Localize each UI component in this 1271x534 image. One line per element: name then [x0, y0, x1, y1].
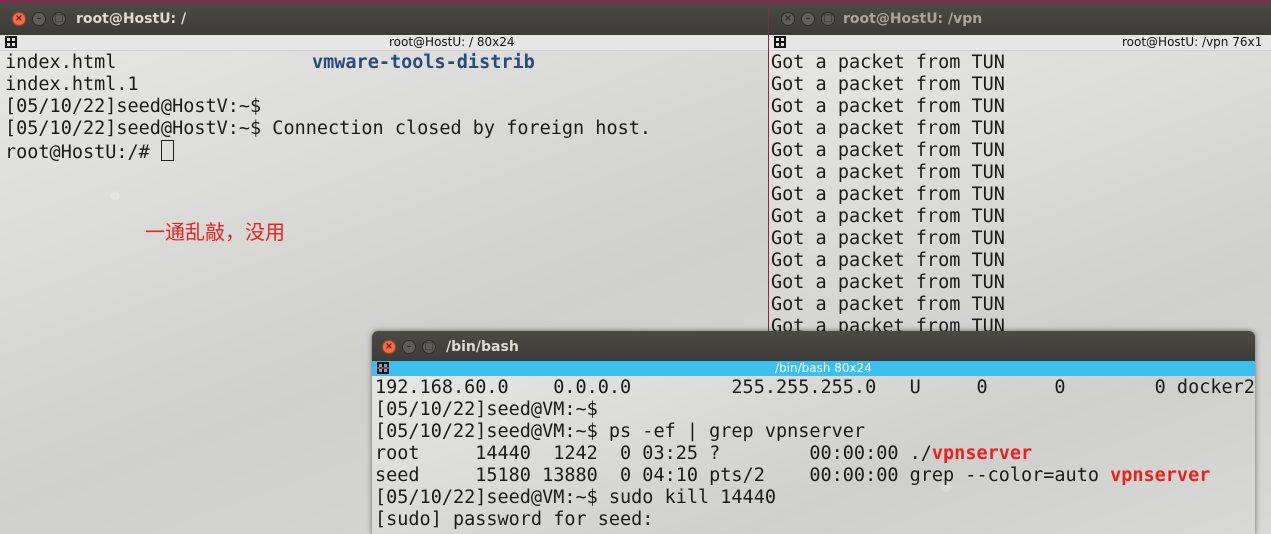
terminal-window-bash[interactable]: × – □ /bin/bash /bin/bash 80x24 192.168.… [372, 331, 1255, 534]
title-bar[interactable]: × – □ root@HostU: / [0, 3, 768, 35]
close-icon[interactable]: × [382, 340, 396, 354]
output-line: index.html.1 [5, 74, 139, 95]
tab-bar[interactable]: /bin/bash 80x24 [372, 361, 1255, 376]
close-icon[interactable]: × [781, 12, 795, 26]
output-line: Got a packet from TUN [771, 140, 1005, 161]
output-line: Got a packet from TUN [771, 96, 1005, 117]
tab-bar[interactable]: root@HostU: /vpn 76x1 [769, 35, 1271, 51]
directory-entry: vmware-tools-distrib [312, 52, 535, 73]
maximize-icon[interactable]: □ [52, 12, 66, 26]
output-line: [05/10/22]seed@VM:~$ ps -ef | grep vpnse… [375, 421, 866, 442]
output-line: Got a packet from TUN [771, 206, 1005, 227]
terminal-output[interactable]: 192.168.60.0 0.0.0.0 255.255.255.0 U 0 0… [372, 376, 1255, 534]
tab-label[interactable]: /bin/bash 80x24 [775, 361, 872, 375]
output-line: Got a packet from TUN [771, 74, 1005, 95]
output-line: [05/10/22]seed@HostV:~$ [5, 96, 262, 117]
title-bar[interactable]: × – □ root@HostU: /vpn [769, 3, 1271, 35]
tab-label[interactable]: root@HostU: /vpn 76x1 [1122, 35, 1262, 49]
output-line: seed 15180 13880 0 04:10 pts/2 00:00:00 … [375, 465, 1210, 487]
output-line: [05/10/22]seed@VM:~$ [375, 399, 598, 420]
output-line: Got a packet from TUN [771, 272, 1005, 293]
maximize-icon[interactable]: □ [821, 12, 835, 26]
tab-layout-icon[interactable] [377, 362, 389, 374]
prompt-text: root@HostU:/# [5, 142, 161, 163]
output-line: 192.168.60.0 0.0.0.0 255.255.255.0 U 0 0… [375, 377, 1255, 398]
output-line: [05/10/22]seed@HostV:~$ Connection close… [5, 118, 652, 139]
window-title: /bin/bash [446, 339, 519, 355]
prompt-line: root@HostU:/# [5, 140, 174, 164]
process-info: root 14440 1242 0 03:25 ? 00:00:00 ./ [375, 443, 932, 464]
output-line: Got a packet from TUN [771, 228, 1005, 249]
annotation-text: 一通乱敲，没用 [145, 220, 285, 244]
output-line: Got a packet from TUN [771, 184, 1005, 205]
close-icon[interactable]: × [12, 12, 26, 26]
minimize-icon[interactable]: – [801, 12, 815, 26]
title-bar[interactable]: × – □ /bin/bash [372, 331, 1255, 361]
text-cursor[interactable] [160, 140, 174, 161]
tab-label[interactable]: root@HostU: / 80x24 [389, 35, 515, 49]
window-title: root@HostU: /vpn [843, 11, 983, 27]
output-line: Got a packet from TUN [771, 250, 1005, 271]
tab-layout-icon[interactable] [774, 36, 786, 48]
window-title: root@HostU: / [76, 11, 187, 27]
output-line: index.html [5, 52, 117, 73]
output-line: Got a packet from TUN [771, 294, 1005, 315]
minimize-icon[interactable]: – [32, 12, 46, 26]
tab-layout-icon[interactable] [5, 36, 17, 48]
output-line: [05/10/22]seed@VM:~$ sudo kill 14440 [375, 487, 776, 508]
output-line: Got a packet from TUN [771, 162, 1005, 183]
match-highlight: vpnserver [1110, 465, 1211, 486]
maximize-icon[interactable]: □ [422, 340, 436, 354]
output-line: root 14440 1242 0 03:25 ? 00:00:00 ./vpn… [375, 443, 1032, 465]
output-line: Got a packet from TUN [771, 118, 1005, 139]
match-highlight: vpnserver [931, 443, 1033, 464]
minimize-icon[interactable]: – [402, 340, 416, 354]
tab-bar[interactable]: root@HostU: / 80x24 [0, 35, 768, 51]
output-line: Got a packet from TUN [771, 52, 1005, 73]
output-line: [sudo] password for seed: [375, 509, 654, 530]
process-info: seed 15180 13880 0 04:10 pts/2 00:00:00 … [375, 465, 1111, 486]
